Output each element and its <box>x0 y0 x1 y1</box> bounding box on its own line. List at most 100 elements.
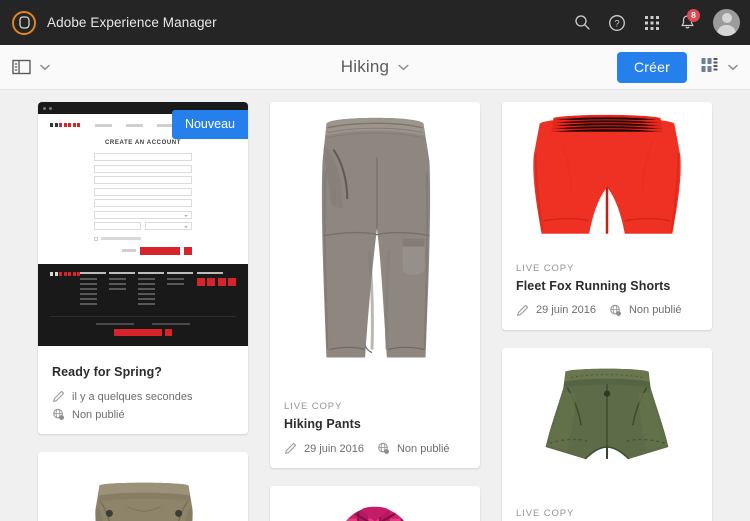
content-rail-toggle-icon <box>12 59 31 75</box>
card-thumbnail <box>502 102 712 251</box>
mini-site-logo <box>50 123 80 127</box>
meta-text: 29 juin 2016 <box>304 442 364 455</box>
olive-green-shorts <box>502 347 712 497</box>
notification-count-badge: 8 <box>687 8 700 22</box>
mini-field-country <box>94 210 192 219</box>
card-thumbnail <box>38 452 248 521</box>
topbar-actions: ? 8 <box>567 8 740 38</box>
card-body: LIVE COPY Hiking Pants 29 juin 2016 Non … <box>270 389 480 468</box>
mini-field-row <box>94 222 192 234</box>
mini-site-footer <box>38 263 248 346</box>
card-thumbnail <box>502 347 712 497</box>
card-thumbnail <box>270 102 480 390</box>
khaki-cargo-shorts <box>38 452 248 521</box>
meta-text: 29 juin 2016 <box>536 304 596 317</box>
mini-footer-column <box>167 271 196 309</box>
create-button[interactable]: Créer <box>616 51 687 83</box>
card-body: LIVE COPY Fleet Fox Running Shorts 29 ju… <box>502 251 712 330</box>
mini-footer-column <box>138 271 167 309</box>
apps-grid-icon[interactable] <box>637 8 667 38</box>
mini-field-password <box>94 164 192 173</box>
card-kicker: LIVE COPY <box>516 262 575 274</box>
taupe-hiking-pants <box>270 102 480 390</box>
meta-text: il y a quelques secondes <box>72 390 193 403</box>
publish-globe-icon <box>377 442 390 455</box>
svg-text:?: ? <box>614 18 619 29</box>
mini-footer-column <box>109 271 138 309</box>
masonry-grid: CREATE AN ACCOUNT Nouveau Ready for Spri… <box>0 102 750 521</box>
card-collection[interactable]: CREATE AN ACCOUNT Nouveau Ready for Spri… <box>0 90 750 521</box>
card-thumbnail: CREATE AN ACCOUNT Nouveau <box>38 102 248 353</box>
view-layout-icon <box>701 57 720 78</box>
view-switcher-button[interactable] <box>701 57 738 78</box>
meta-modified: il y a quelques secondes <box>52 390 192 403</box>
mini-footer-columns <box>50 271 236 309</box>
pencil-icon <box>52 390 65 403</box>
card-kicker: LIVE COPY <box>516 508 575 520</box>
card-fleet-fox-running-shorts[interactable]: LIVE COPY Fleet Fox Running Shorts 29 ju… <box>502 102 712 330</box>
card-pink-plaid-shirt[interactable] <box>270 486 480 521</box>
brand-title: Adobe Experience Manager <box>47 15 217 30</box>
mini-newsletter-checkbox <box>94 236 192 241</box>
mini-field-last-name <box>94 199 192 207</box>
avatar[interactable] <box>713 9 740 36</box>
publish-globe-icon <box>609 304 622 317</box>
card-title: Hiking Pants <box>284 417 361 432</box>
chevron-down-icon <box>40 64 50 71</box>
grid-column: LIVE COPY Hiking Pants 29 juin 2016 Non … <box>270 102 480 521</box>
mini-footer-logo <box>50 271 80 309</box>
card-kicker: LIVE COPY <box>284 401 343 413</box>
meta-publish-status: Non publié <box>609 304 682 317</box>
top-navigation-bar: Adobe Experience Manager ? 8 <box>0 0 750 45</box>
meta-publish-status: Non publié <box>52 408 125 421</box>
card-candide-trail-short[interactable]: LIVE COPY Candide Trail Short <box>502 347 712 521</box>
card-title: Ready for Spring? <box>52 365 163 379</box>
mini-register-button <box>140 246 180 255</box>
content-rail-toggle-button[interactable] <box>12 59 50 75</box>
mini-field-first-name <box>94 187 192 196</box>
meta-modified: 29 juin 2016 <box>516 304 596 317</box>
adobe-aem-logo-icon[interactable] <box>12 10 36 35</box>
mini-arrow-button <box>184 246 192 255</box>
notifications-bell-icon[interactable]: 8 <box>672 8 702 38</box>
search-icon[interactable] <box>567 8 597 38</box>
mini-field-confirm-password <box>94 176 192 184</box>
pink-plaid-shirt <box>270 486 480 521</box>
mini-dot <box>43 106 46 110</box>
meta-modified: 29 juin 2016 <box>284 442 364 455</box>
grid-column: LIVE COPY Fleet Fox Running Shorts 29 ju… <box>502 102 712 521</box>
mini-field-birthdate <box>94 222 141 230</box>
help-icon[interactable]: ? <box>602 8 632 38</box>
card-hiking-pants[interactable]: LIVE COPY Hiking Pants 29 juin 2016 Non … <box>270 102 480 469</box>
mini-footer-cta <box>50 325 236 342</box>
card-body: Ready for Spring? il y a quelques second… <box>38 353 248 434</box>
mini-footer-column <box>80 271 109 309</box>
page-title-chevron-down-icon[interactable] <box>398 58 409 76</box>
action-bar: Hiking Créer <box>0 45 750 90</box>
brand[interactable]: Adobe Experience Manager <box>12 10 217 35</box>
meta-text: Non publié <box>72 408 125 421</box>
card-ready-for-spring[interactable]: CREATE AN ACCOUNT Nouveau Ready for Spri… <box>38 102 248 434</box>
card-title: Fleet Fox Running Shorts <box>516 278 671 293</box>
meta-publish-status: Non publié <box>377 442 450 455</box>
card-thumbnail <box>270 486 480 521</box>
red-running-shorts <box>502 102 712 251</box>
pencil-icon <box>516 304 529 317</box>
view-switcher-chevron-down-icon <box>728 58 738 76</box>
mini-social-icons <box>196 278 236 286</box>
card-meta: 29 juin 2016 Non publié <box>516 304 698 317</box>
website-create-an-account-page: CREATE AN ACCOUNT <box>38 102 248 353</box>
mini-footer-social-column <box>196 271 236 309</box>
grid-column: CREATE AN ACCOUNT Nouveau Ready for Spri… <box>38 102 248 521</box>
action-bar-right: Créer <box>616 51 738 83</box>
mini-field-email <box>94 153 192 161</box>
card-khaki-shorts[interactable] <box>38 452 248 521</box>
mini-submit-row <box>94 246 192 255</box>
card-meta: il y a quelques secondes Non publié <box>52 390 234 421</box>
mini-signup-form <box>94 153 192 255</box>
mini-page-heading: CREATE AN ACCOUNT <box>105 140 181 146</box>
mini-dot <box>49 106 52 110</box>
card-body: LIVE COPY Candide Trail Short <box>502 496 712 521</box>
publish-globe-icon <box>52 408 65 421</box>
mini-footer-legal <box>50 316 236 325</box>
